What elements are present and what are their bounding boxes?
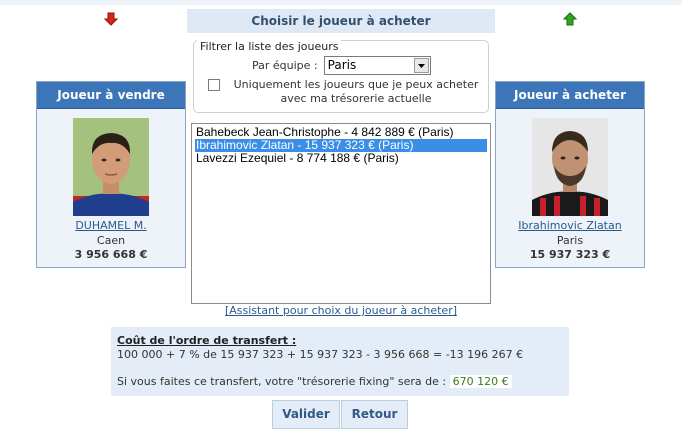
affordable-checkbox[interactable] — [208, 79, 220, 91]
sell-player-club: Caen — [96, 234, 126, 247]
buy-player-name-link[interactable]: Ibrahimovic Zlatan — [496, 219, 644, 232]
fixing-value: 670 120 € — [449, 375, 512, 388]
list-item[interactable]: Lavezzi Ezequiel - 8 774 188 € (Paris) — [195, 152, 487, 165]
filter-panel: Filtrer la liste des joueurs Par équipe … — [193, 40, 489, 113]
affordable-filter-row: Uniquement les joueurs que je peux achet… — [208, 78, 484, 106]
fixing-line: Si vous faites ce transfert, votre "trés… — [117, 375, 563, 389]
page-title: Choisir le joueur à acheter — [187, 9, 495, 33]
buy-player-value: 15 937 323 € — [529, 248, 611, 261]
red-down-arrow-icon — [104, 12, 118, 26]
player-listbox[interactable]: Bahebeck Jean-Christophe - 4 842 889 € (… — [191, 123, 491, 304]
top-border — [0, 0, 682, 5]
checkbox-label-line1: Uniquement les joueurs que je peux achet… — [233, 78, 479, 91]
buy-player-club: Paris — [556, 234, 584, 247]
chevron-down-icon[interactable] — [413, 58, 429, 73]
validate-button[interactable]: Valider — [272, 400, 340, 429]
team-select-value: Paris — [327, 58, 357, 72]
fixing-text: Si vous faites ce transfert, votre "trés… — [117, 375, 447, 388]
sell-player-card: Joueur à vendre DUHAMEL M. Caen 3 956 66… — [36, 81, 186, 268]
sell-player-name-link[interactable]: DUHAMEL M. — [37, 219, 185, 232]
transfer-cost-panel: Coût de l'ordre de transfert : 100 000 +… — [111, 327, 569, 396]
affordable-checkbox-label[interactable]: Uniquement les joueurs que je peux achet… — [228, 78, 484, 106]
sell-player-value: 3 956 668 € — [74, 248, 148, 261]
cost-formula: 100 000 + 7 % de 15 937 323 + 15 937 323… — [117, 348, 524, 361]
buy-player-photo — [532, 118, 608, 216]
buy-player-card: Joueur à acheter Ibrahimovic Zlatan Pari… — [495, 81, 645, 268]
back-button[interactable]: Retour — [341, 400, 408, 429]
filter-legend: Filtrer la liste des joueurs — [197, 40, 342, 53]
buy-card-header: Joueur à acheter — [496, 82, 644, 109]
team-label: Par équipe : — [252, 59, 318, 72]
cost-title: Coût de l'ordre de transfert : — [117, 334, 297, 347]
checkbox-label-line2: avec ma trésorerie actuelle — [280, 92, 432, 105]
team-filter-row: Par équipe : Paris — [252, 56, 431, 75]
team-select[interactable]: Paris — [323, 56, 431, 75]
sell-card-header: Joueur à vendre — [37, 82, 185, 109]
sell-player-photo — [73, 118, 149, 216]
player-choice-assistant-link[interactable]: [Assistant pour choix du joueur à achete… — [191, 304, 491, 317]
green-up-arrow-icon — [563, 12, 577, 26]
